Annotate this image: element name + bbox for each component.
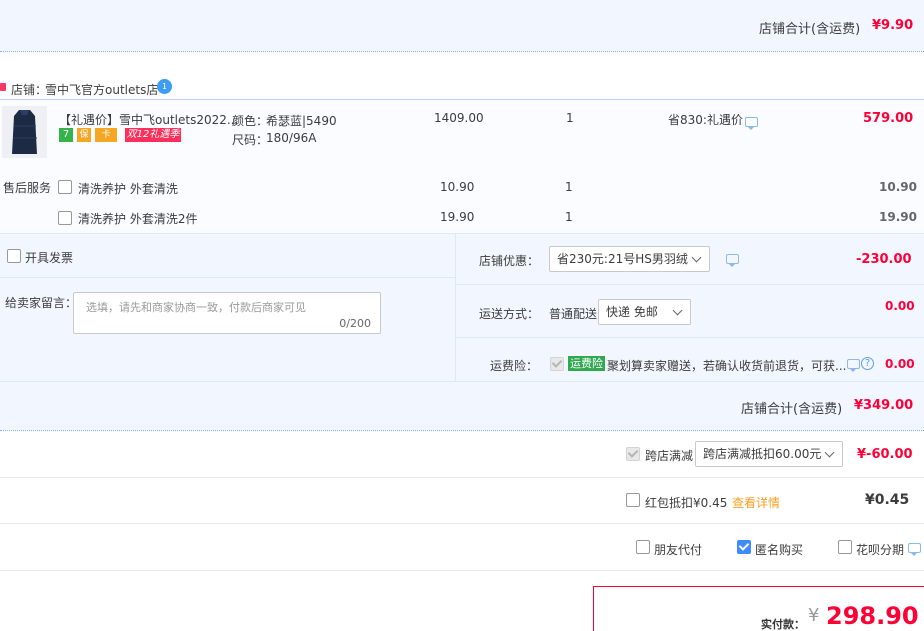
service-checkbox-1[interactable] — [58, 180, 72, 194]
color-label: 颜色： — [232, 114, 269, 128]
divider — [0, 570, 924, 571]
divider — [0, 233, 924, 234]
invoice-label: 开具发票 — [25, 251, 74, 265]
friend-pay-checkbox[interactable] — [636, 540, 650, 554]
discount-selected: 省230元:21号HS男羽绒 — [557, 252, 688, 266]
divider — [0, 51, 924, 52]
red-packet-amount: ¥0.45 — [865, 492, 910, 508]
product-thumbnail[interactable] — [2, 106, 47, 158]
store-total-value: ¥349.00 — [854, 398, 914, 413]
service-price: 19.90 — [440, 210, 475, 224]
invoice-checkbox[interactable] — [7, 249, 21, 263]
insurance-checkbox[interactable] — [550, 357, 564, 371]
shipping-amount: 0.00 — [885, 299, 915, 313]
shipping-label: 运送方式： — [479, 307, 540, 321]
service-total: 19.90 — [879, 210, 917, 224]
red-packet-label: 红包抵扣¥0.45 — [645, 496, 728, 510]
insurance-label: 运费险： — [490, 359, 539, 373]
divider — [0, 99, 924, 100]
divider — [456, 284, 924, 285]
red-packet-details-link[interactable]: 查看详情 — [732, 494, 780, 511]
cross-store-checkbox[interactable] — [626, 447, 640, 461]
wangwang-chat-icon[interactable]: 1 — [157, 79, 172, 94]
message-textarea[interactable]: 选填，请先和商家协商一致，付款后商家可见 0/200 — [73, 292, 381, 334]
service-price: 10.90 — [440, 180, 475, 194]
product-promo: 省830:礼遇价 — [668, 113, 743, 127]
column-divider — [455, 234, 456, 381]
discount-amount: -230.00 — [856, 252, 912, 267]
color-value: 希瑟蓝|5490 — [266, 114, 337, 128]
store-label: 店铺： — [11, 83, 48, 97]
message-counter: 0/200 — [339, 317, 371, 330]
chevron-down-icon — [691, 252, 702, 263]
unit-price: 1409.00 — [434, 111, 484, 125]
insurance-info-icon[interactable] — [847, 359, 860, 372]
card-icon: 卡 — [95, 128, 117, 142]
after-sales-label: 售后服务 — [3, 181, 52, 195]
anonymous-label: 匿名购买 — [755, 543, 804, 557]
guarantee-icon: 保 — [77, 128, 91, 142]
chevron-down-icon — [824, 447, 835, 458]
service-total: 10.90 — [879, 180, 917, 194]
cross-store-label: 跨店满减 — [645, 449, 694, 463]
store-icon — [0, 83, 6, 91]
discount-info-icon[interactable] — [726, 254, 739, 267]
message-label: 给卖家留言： — [5, 296, 78, 310]
promo-info-icon[interactable] — [745, 117, 758, 130]
friend-pay-label: 朋友代付 — [654, 543, 703, 557]
store-total-label: 店铺合计(含运费) — [741, 402, 843, 417]
discount-select[interactable]: 省230元:21号HS男羽绒 — [549, 246, 710, 272]
anonymous-checkbox[interactable] — [737, 540, 751, 554]
cross-store-select[interactable]: 跨店满减抵扣60.00元 — [695, 441, 843, 467]
insurance-amount: 0.00 — [885, 357, 915, 371]
payment-label: 实付款： — [761, 618, 805, 631]
service-qty: 1 — [565, 180, 573, 194]
service-qty: 1 — [565, 210, 573, 224]
divider — [0, 477, 924, 478]
event-badge: 双12礼遇季 — [125, 128, 181, 142]
insurance-badge: 运费险 — [568, 356, 605, 371]
huabei-label: 花呗分期 — [856, 543, 905, 557]
shipping-selected: 快递 免邮 — [606, 305, 658, 319]
divider — [0, 277, 455, 278]
divider — [0, 430, 924, 431]
divider — [456, 337, 924, 338]
seven-day-return-icon: 7 — [59, 128, 73, 142]
shipping-method: 普通配送 — [549, 307, 598, 321]
cross-store-selected: 跨店满减抵扣60.00元 — [703, 447, 822, 461]
shipping-select[interactable]: 快递 免邮 — [598, 299, 691, 325]
size-label: 尺码： — [232, 133, 269, 147]
divider — [0, 381, 924, 382]
huabei-checkbox[interactable] — [838, 540, 852, 554]
discount-label: 店铺优惠： — [479, 254, 540, 268]
payment-box: 实付款： ¥ 298.90 — [593, 586, 924, 631]
product-subtotal: 579.00 — [863, 111, 914, 126]
product-title-link[interactable]: 【礼遇价】雪中飞outlets2022... — [59, 111, 238, 128]
message-placeholder: 选填，请先和商家协商一致，付款后商家可见 — [86, 301, 306, 314]
service-checkbox-2[interactable] — [58, 211, 72, 225]
payment-value: 298.90 — [826, 602, 919, 630]
payment-currency: ¥ — [808, 605, 820, 626]
insurance-text: 聚划算卖家赠送，若确认收货前退货，可获... — [607, 359, 847, 373]
chevron-down-icon — [672, 305, 683, 316]
size-value: 180/96A — [266, 131, 317, 145]
service-name: 清洗养护 外套清洗2件 — [78, 212, 198, 226]
product-quantity: 1 — [566, 111, 574, 125]
divider — [0, 523, 924, 524]
top-store-total-band: 店铺合计(含运费) ¥9.90 — [0, 0, 924, 51]
help-icon[interactable]: ? — [861, 357, 874, 370]
top-store-total-label: 店铺合计(含运费) — [759, 22, 861, 37]
top-store-total-value: ¥9.90 — [872, 18, 914, 33]
store-name-link[interactable]: 雪中飞官方outlets店 — [45, 81, 158, 98]
red-packet-checkbox[interactable] — [626, 493, 640, 507]
service-name: 清洗养护 外套清洗 — [78, 182, 178, 196]
cross-store-amount: ¥-60.00 — [857, 447, 913, 462]
huabei-info-icon[interactable] — [908, 543, 921, 556]
